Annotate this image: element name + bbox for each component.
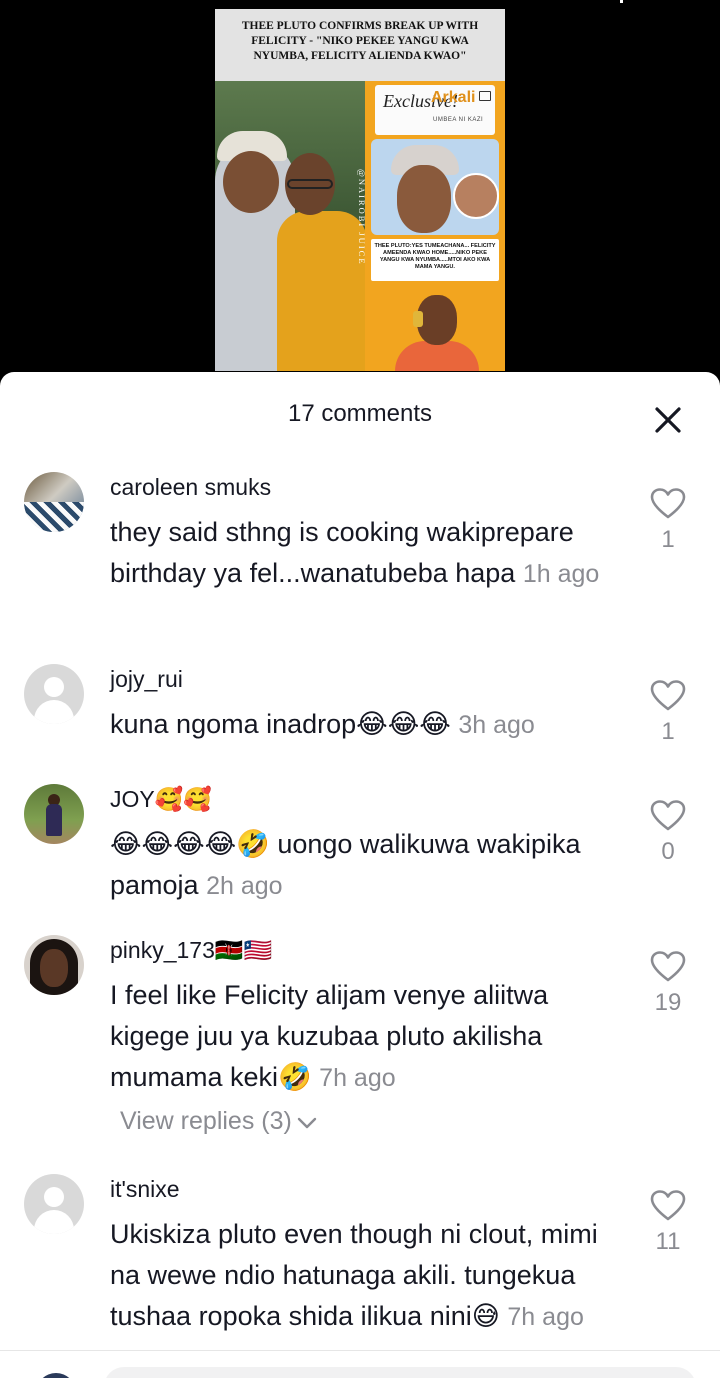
comment-time: 1h ago bbox=[522, 560, 600, 588]
comment-time: 7h ago bbox=[507, 1303, 584, 1331]
news-photo bbox=[371, 139, 499, 235]
view-replies-button[interactable]: View replies (3) bbox=[120, 1107, 318, 1137]
heart-icon bbox=[650, 800, 686, 831]
avatar[interactable] bbox=[24, 784, 84, 844]
comment-text: Ukiskiza pluto even though ni clout, mim… bbox=[110, 1219, 598, 1331]
like-count: 19 bbox=[654, 989, 682, 1016]
comment-username[interactable]: it'snixe bbox=[110, 1176, 180, 1203]
heart-icon bbox=[650, 1190, 686, 1221]
avatar[interactable] bbox=[24, 935, 84, 995]
heart-icon bbox=[650, 680, 686, 711]
comments-sheet: 17 comments caroleen smuks they said sth… bbox=[0, 372, 720, 1378]
like-count: 0 bbox=[661, 838, 675, 865]
comment-username[interactable]: caroleen smuks bbox=[110, 474, 271, 501]
media-headline: THEE PLUTO CONFIRMS BREAK UP WITH FELICI… bbox=[215, 9, 505, 81]
news-graphic: Exclusive! Arkali UMBEA NI KAZI THEE PLU… bbox=[365, 81, 505, 371]
heart-icon bbox=[650, 488, 686, 519]
chevron-down-icon bbox=[296, 1108, 318, 1137]
comment-text: 😂😂😂😂🤣 uongo walikuwa wakipika pamoja 2h … bbox=[110, 829, 581, 900]
like-count: 11 bbox=[655, 1228, 681, 1255]
comment-username[interactable]: pinky_173🇰🇪🇱🇷 bbox=[110, 937, 272, 964]
comments-count-title: 17 comments bbox=[287, 400, 433, 427]
like-button[interactable]: 1 bbox=[648, 488, 688, 554]
comment-username[interactable]: jojy_rui bbox=[110, 666, 183, 693]
close-button[interactable] bbox=[648, 400, 688, 440]
like-count: 1 bbox=[661, 526, 675, 553]
watermark: @NAIROBI JUICE bbox=[357, 169, 365, 266]
like-button[interactable]: 0 bbox=[648, 800, 688, 866]
video-preview[interactable]: THEE PLUTO CONFIRMS BREAK UP WITH FELICI… bbox=[215, 9, 505, 371]
comment-text: they said sthng is cooking wakiprepare b… bbox=[110, 517, 600, 588]
comment-time: 7h ago bbox=[319, 1064, 396, 1092]
heart-icon bbox=[650, 951, 686, 982]
tv-icon bbox=[479, 91, 491, 101]
comment-text: I feel like Felicity alijam venye aliitw… bbox=[110, 980, 549, 1092]
comment-time: 3h ago bbox=[458, 711, 535, 739]
view-replies-label: View replies (3) bbox=[120, 1107, 292, 1135]
like-button[interactable]: 11 bbox=[648, 1190, 688, 1256]
inset-photo bbox=[453, 173, 499, 219]
like-button[interactable]: 1 bbox=[648, 680, 688, 746]
news-quote: THEE PLUTO:YES TUMEACHANA... FELICITY AM… bbox=[371, 239, 499, 281]
comment-username[interactable]: JOY🥰🥰 bbox=[110, 786, 212, 813]
brand-logo: Exclusive! Arkali UMBEA NI KAZI bbox=[375, 85, 495, 135]
comment-input-bar bbox=[0, 1350, 720, 1378]
phone-call-photo bbox=[385, 287, 485, 371]
avatar[interactable] bbox=[24, 664, 84, 724]
comment-text: kuna ngoma inadrop😂😂😂 3h ago bbox=[110, 709, 535, 739]
like-count: 1 bbox=[661, 718, 675, 745]
avatar[interactable] bbox=[24, 472, 84, 532]
comment-time: 2h ago bbox=[206, 872, 283, 900]
avatar[interactable] bbox=[24, 1174, 84, 1234]
my-avatar bbox=[36, 1373, 76, 1378]
close-icon bbox=[655, 407, 681, 433]
selfie-photo: @NAIROBI JUICE bbox=[215, 81, 365, 371]
like-button[interactable]: 19 bbox=[648, 951, 688, 1017]
status-dot bbox=[620, 0, 623, 3]
comment-input[interactable] bbox=[104, 1367, 696, 1378]
